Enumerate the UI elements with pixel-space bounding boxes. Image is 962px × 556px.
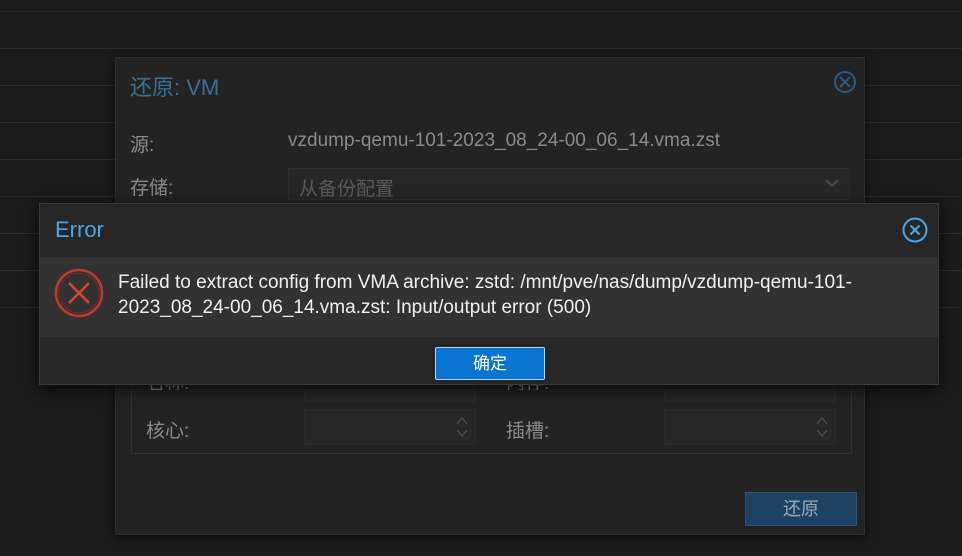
source-value: vzdump-qemu-101-2023_08_24-00_06_14.vma.… <box>288 130 720 151</box>
sockets-label: 插槽: <box>506 421 550 442</box>
restore-close-button[interactable] <box>834 71 856 93</box>
chevron-down-icon <box>825 179 839 188</box>
error-message: Failed to extract config from VMA archiv… <box>118 272 852 318</box>
storage-select[interactable]: 从备份配置 <box>288 168 850 200</box>
restore-button[interactable]: 还原 <box>745 492 857 526</box>
close-icon <box>902 217 928 243</box>
error-dialog-header: Error <box>40 204 938 256</box>
error-close-button[interactable] <box>902 217 928 243</box>
spinner-arrows-icon <box>456 416 468 438</box>
cores-label: 核心: <box>146 421 190 442</box>
spinner-arrows-icon <box>816 416 828 438</box>
error-dialog-body: Failed to extract config from VMA archiv… <box>40 257 938 337</box>
sockets-spinner[interactable] <box>664 409 836 445</box>
error-dialog-title: Error <box>55 217 104 242</box>
restore-dialog-title: 还原: VM <box>130 75 220 100</box>
error-dialog: Error Failed to extract config from VMA … <box>39 203 939 385</box>
error-icon <box>54 268 104 318</box>
source-label: 源: <box>130 135 155 156</box>
cores-spinner[interactable] <box>304 409 476 445</box>
close-icon <box>839 76 851 88</box>
screen: 还原: VM 源: vzdump-qemu-101-2023_08_24-00_… <box>0 0 962 556</box>
storage-label: 存储: <box>130 178 174 199</box>
ok-button[interactable]: 确定 <box>435 347 545 380</box>
error-dialog-footer: 确定 <box>40 337 938 384</box>
storage-select-value: 从备份配置 <box>299 179 395 200</box>
